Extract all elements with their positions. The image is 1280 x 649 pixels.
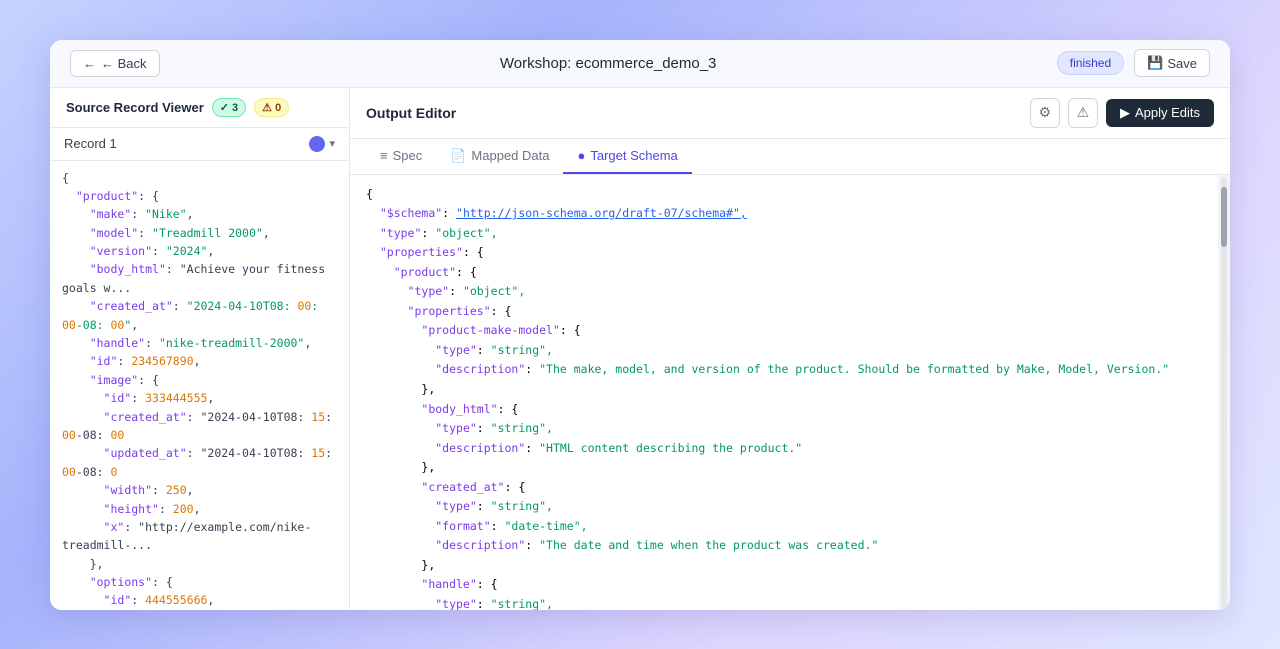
apply-edits-label: Apply Edits [1135,105,1200,120]
play-icon: ▶ [1120,105,1130,121]
chevron-down-icon[interactable]: ▾ [329,137,335,150]
back-button[interactable]: ← ← Back [70,50,160,77]
tab-spec[interactable]: ≡ Spec [366,139,436,174]
record-label: Record 1 [64,136,117,151]
left-panel: Source Record Viewer ✓ 3 ⚠ 0 Record 1 ▾ … [50,88,350,610]
tabs-bar: ≡ Spec 📄 Mapped Data ● Target Schema [350,139,1230,175]
warning-icon-button[interactable]: ⚠ [1068,98,1098,128]
scrollbar-track [1221,177,1227,608]
right-scrollbar[interactable] [1218,175,1230,610]
right-scrollbar-area: { "$schema": "http://json-schema.org/dra… [350,175,1230,610]
output-editor-title: Output Editor [366,105,456,121]
record-selector: Record 1 ▾ [50,128,349,161]
left-panel-header: Source Record Viewer ✓ 3 ⚠ 0 [50,88,349,128]
header-right: finished 💾 Save [1057,49,1210,77]
tab-target-schema[interactable]: ● Target Schema [563,139,691,174]
save-icon: 💾 [1147,55,1163,71]
badge-green: ✓ 3 [212,98,246,117]
right-header-actions: ⚙ ⚠ ▶ Apply Edits [1030,98,1214,128]
mapped-data-icon: 📄 [450,148,466,164]
save-button[interactable]: 💾 Save [1134,49,1210,77]
target-schema-icon: ● [577,148,585,163]
mapped-data-label: Mapped Data [471,148,549,163]
status-badge: finished [1057,51,1124,75]
content-area: Source Record Viewer ✓ 3 ⚠ 0 Record 1 ▾ … [50,88,1230,610]
spec-tab-label: Spec [393,148,423,163]
page-title: Workshop: ecommerce_demo_3 [500,55,717,72]
source-record-viewer-title: Source Record Viewer [66,100,204,115]
record-dot-icon [309,136,325,152]
record-controls[interactable]: ▾ [309,136,335,152]
save-label: Save [1167,56,1197,71]
spec-tab-icon: ≡ [380,148,388,163]
left-json-viewer: { "product": { "make": "Nike", "model": … [50,161,349,610]
back-label: ← Back [101,56,147,71]
tab-mapped-data[interactable]: 📄 Mapped Data [436,139,563,175]
main-container: ← ← Back Workshop: ecommerce_demo_3 fini… [50,40,1230,610]
back-arrow-icon: ← [83,56,96,71]
badge-yellow: ⚠ 0 [254,98,289,117]
header: ← ← Back Workshop: ecommerce_demo_3 fini… [50,40,1230,88]
scrollbar-thumb [1221,187,1227,247]
settings-icon-button[interactable]: ⚙ [1030,98,1060,128]
target-schema-label: Target Schema [590,148,677,163]
right-json-viewer: { "$schema": "http://json-schema.org/dra… [350,175,1218,610]
apply-edits-button[interactable]: ▶ Apply Edits [1106,99,1214,127]
right-panel-header: Output Editor ⚙ ⚠ ▶ Apply Edits [350,88,1230,139]
right-panel: Output Editor ⚙ ⚠ ▶ Apply Edits ≡ Spec [350,88,1230,610]
